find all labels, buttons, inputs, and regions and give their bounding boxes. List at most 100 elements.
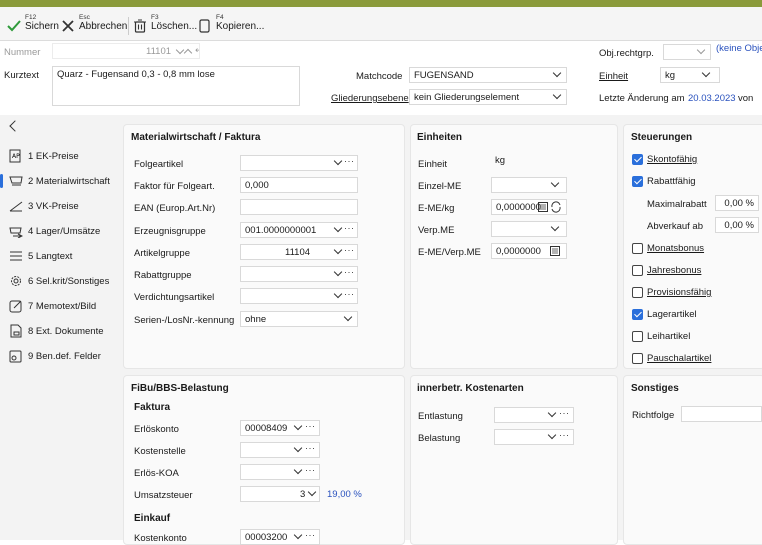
verp-me-select[interactable] <box>491 221 567 237</box>
sidebar-item-memotext[interactable]: 7 Memotext/Bild <box>9 297 96 315</box>
rabatt-checkbox[interactable] <box>632 176 643 187</box>
copy-button[interactable]: F4 Kopieren... <box>197 13 264 37</box>
skonto-label: Skontofähig <box>647 154 698 165</box>
rabattgruppe-select[interactable]: ··· <box>240 266 358 282</box>
abverkauf-input[interactable]: 0,00 % <box>715 217 759 233</box>
more-icon[interactable]: ··· <box>305 443 316 453</box>
sidebar-item-ben-def-felder[interactable]: 9 Ben.def. Felder <box>9 347 101 365</box>
objrecht-select[interactable] <box>663 44 711 60</box>
more-icon[interactable]: ··· <box>305 421 316 431</box>
chevron-down-icon[interactable] <box>333 289 343 299</box>
einheiten-einheit-label: Einheit <box>418 159 448 170</box>
more-icon[interactable]: ··· <box>344 223 355 233</box>
matchcode-select[interactable]: FUGENSAND <box>409 67 567 83</box>
chevron-down-icon[interactable] <box>333 245 343 255</box>
faktura-heading: Faktura <box>134 402 171 413</box>
folgeartikel-label: Folgeartikel <box>134 159 184 170</box>
more-icon[interactable]: ··· <box>305 530 316 540</box>
chevron-down-icon[interactable] <box>547 430 557 440</box>
pauschal-checkbox[interactable] <box>632 353 643 364</box>
chevron-up-icon[interactable] <box>183 48 193 58</box>
kostenarten-panel <box>410 375 618 545</box>
sidebar-item-langtext[interactable]: 5 Langtext <box>9 247 72 265</box>
chevron-down-icon[interactable] <box>293 530 303 540</box>
document-icon <box>10 324 22 338</box>
more-icon[interactable]: ··· <box>344 289 355 299</box>
return-arrow-icon[interactable]: ↵ <box>195 45 199 56</box>
sidebar-item-ext-dokumente[interactable]: 8 Ext. Dokumente <box>9 322 104 340</box>
richtfolge-input[interactable] <box>681 406 762 422</box>
erloeskoa-select[interactable]: ··· <box>240 464 320 480</box>
more-icon[interactable]: ··· <box>344 156 355 166</box>
artikelgruppe-value: 11104 <box>285 247 311 258</box>
kostenstelle-select[interactable]: ··· <box>240 442 320 458</box>
calculator-icon[interactable] <box>538 202 548 212</box>
kostenkonto-select[interactable]: 00003200 ··· <box>240 529 320 545</box>
sidebar-item-sel-krit[interactable]: 6 Sel.krit/Sonstiges <box>9 272 109 290</box>
sidebar-item-lager-umsaetze[interactable]: 4 Lager/Umsätze <box>9 222 100 240</box>
emekg-input[interactable]: 0,0000000 <box>491 199 567 215</box>
emeverp-label: E-ME/Verp.ME <box>418 247 481 258</box>
chevron-down-icon[interactable] <box>333 156 343 166</box>
sidebar-item-label: 4 Lager/Umsätze <box>28 225 101 237</box>
more-icon[interactable]: ··· <box>344 267 355 277</box>
erloeskonto-select[interactable]: 00008409 ··· <box>240 420 320 436</box>
leihartikel-checkbox[interactable] <box>632 331 643 342</box>
nummer-field[interactable]: 11101 ↵ <box>52 43 200 59</box>
calculator-icon[interactable] <box>550 246 560 256</box>
kurztext-textarea[interactable]: Quarz - Fugensand 0,3 - 0,8 mm lose <box>52 66 300 106</box>
more-icon[interactable]: ··· <box>559 430 570 440</box>
einheit-label: Einheit <box>599 71 629 82</box>
umsatzsteuer-label: Umsatzsteuer <box>134 490 193 501</box>
faktor-value: 0,000 <box>245 180 269 191</box>
faktor-input[interactable]: 0,000 <box>240 177 358 193</box>
umsatzsteuer-select[interactable]: 3 <box>240 486 320 502</box>
skonto-checkbox[interactable] <box>632 154 643 165</box>
refresh-icon[interactable] <box>550 201 562 213</box>
jahresbonus-checkbox[interactable] <box>632 265 643 276</box>
jahresbonus-label: Jahresbonus <box>647 265 702 276</box>
chevron-down-icon[interactable] <box>333 223 343 233</box>
sidebar-item-label: 7 Memotext/Bild <box>28 300 97 312</box>
lagerartikel-label: Lagerartikel <box>647 309 697 320</box>
einheit-select[interactable]: kg <box>660 67 720 83</box>
sidebar-item-ek-preise[interactable]: AP 1 EK-Preise <box>9 147 79 165</box>
verdichtung-select[interactable]: ··· <box>240 288 358 304</box>
chevron-down-icon[interactable] <box>333 267 343 277</box>
chevron-down-icon[interactable] <box>293 465 303 475</box>
serien-select[interactable]: ohne <box>240 311 358 327</box>
gear-icon <box>11 276 21 286</box>
artikelgruppe-label: Artikelgruppe <box>134 248 190 259</box>
belastung-select[interactable]: ··· <box>494 429 574 445</box>
provision-checkbox[interactable] <box>632 287 643 298</box>
more-icon[interactable]: ··· <box>559 408 570 418</box>
emeverp-input[interactable]: 0,0000000 <box>491 243 567 259</box>
objrecht-hint: (keine Obje <box>716 43 762 54</box>
maximalrabatt-input[interactable]: 0,00 % <box>715 195 759 211</box>
erzeugnisgruppe-select[interactable]: 001.0000000001 ··· <box>240 222 358 238</box>
sidebar-item-label: 1 EK-Preise <box>28 150 79 162</box>
folgeartikel-select[interactable]: ··· <box>240 155 358 171</box>
cancel-button[interactable]: Esc Abbrechen <box>60 13 127 37</box>
more-icon[interactable]: ··· <box>344 245 355 255</box>
entlastung-select[interactable]: ··· <box>494 407 574 423</box>
einzel-me-select[interactable] <box>491 177 567 193</box>
chevron-down-icon[interactable] <box>547 408 557 418</box>
artikelgruppe-select[interactable]: 11104 ··· <box>240 244 358 260</box>
delete-button[interactable]: F3 Löschen... <box>132 13 197 37</box>
sidebar-item-vk-preise[interactable]: 3 VK-Preise <box>9 197 79 215</box>
rabatt-label: Rabattfähig <box>647 176 696 187</box>
chevron-down-icon[interactable] <box>293 443 303 453</box>
einheiten-title: Einheiten <box>417 132 463 143</box>
sidebar-item-materialwirtschaft[interactable]: 2 Materialwirtschaft <box>0 172 121 190</box>
ean-input[interactable] <box>240 199 358 215</box>
lagerartikel-checkbox[interactable] <box>632 309 643 320</box>
more-icon[interactable]: ··· <box>305 465 316 475</box>
monatsbonus-checkbox[interactable] <box>632 243 643 254</box>
letzte-aenderung-label: Letzte Änderung am <box>599 93 685 104</box>
chevron-down-icon[interactable] <box>293 421 303 431</box>
gliederung-select[interactable]: kein Gliederungselement <box>409 89 567 105</box>
matchcode-value: FUGENSAND <box>414 70 474 81</box>
einzel-me-label: Einzel-ME <box>418 181 462 192</box>
save-button[interactable]: F12 Sichern <box>6 13 59 37</box>
